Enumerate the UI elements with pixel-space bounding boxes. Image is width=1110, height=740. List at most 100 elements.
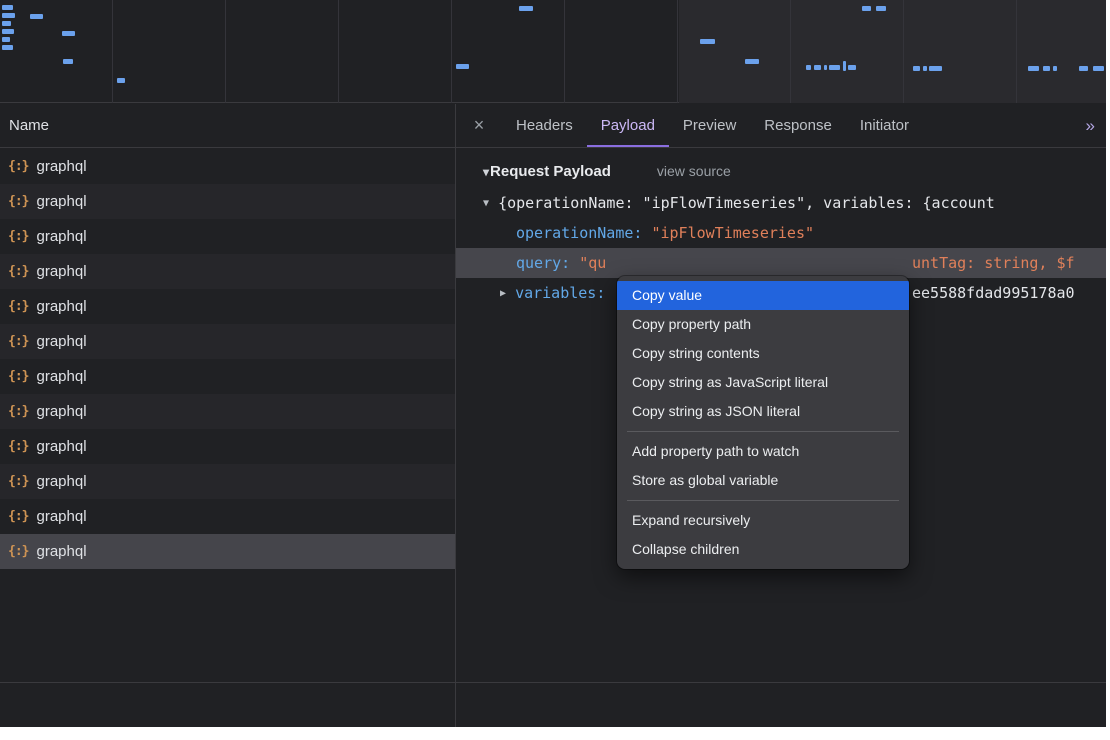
request-row-label: graphql — [36, 193, 86, 210]
timeline-bar — [1028, 66, 1039, 71]
section-expanded-icon: ▾ — [483, 165, 489, 179]
timeline-bar — [829, 65, 840, 70]
menu-item-copy-string-js-literal[interactable]: Copy string as JavaScript literal — [617, 368, 909, 397]
property-key: variables: — [515, 284, 605, 302]
detail-tab-bar: × Headers Payload Preview Response Initi… — [456, 104, 1106, 148]
json-file-icon: {:} — [8, 474, 28, 489]
tab-label: Payload — [601, 117, 655, 134]
timeline-bar — [456, 64, 469, 69]
timeline-bar — [876, 6, 886, 11]
request-row[interactable]: {:} graphql — [0, 324, 455, 359]
tab-preview[interactable]: Preview — [669, 104, 750, 147]
timeline-bar — [913, 66, 920, 71]
json-file-icon: {:} — [8, 159, 28, 174]
overview-bars-layer — [0, 0, 1106, 103]
view-source-link[interactable]: view source — [657, 163, 731, 179]
timeline-bar — [2, 29, 14, 34]
json-file-icon: {:} — [8, 264, 28, 279]
request-row[interactable]: {:}graphql — [0, 359, 455, 394]
timeline-bar — [700, 39, 715, 44]
json-file-icon: {:} — [8, 439, 28, 454]
section-title: Request Payload — [490, 163, 611, 180]
request-row[interactable]: {:} graphql — [0, 394, 455, 429]
timeline-bar — [806, 65, 811, 70]
request-row-selected[interactable]: {:}graphql — [0, 534, 455, 569]
request-row-label: graphql — [36, 333, 86, 350]
timeline-bar — [1053, 66, 1057, 71]
request-row-label: graphql — [36, 543, 86, 560]
timeline-bar — [30, 14, 43, 19]
timeline-bar — [1043, 66, 1050, 71]
timeline-bar — [843, 61, 846, 71]
tree-root-line[interactable]: ▼ {operationName: "ipFlowTimeseries", va… — [456, 188, 1106, 218]
tab-headers[interactable]: Headers — [502, 104, 587, 147]
devtools-window: Name {:} graphql {:} graphql {:} graphql {:… — [0, 0, 1106, 727]
menu-item-expand-recursively[interactable]: Expand recursively — [617, 506, 909, 535]
timeline-bar — [2, 5, 13, 10]
property-value: "ipFlowTimeseries" — [651, 224, 814, 242]
name-column-label: Name — [9, 117, 49, 134]
more-tabs-button[interactable]: » — [1073, 104, 1106, 147]
tree-line-operation-name[interactable]: operationName: "ipFlowTimeseries" — [456, 218, 1106, 248]
name-column-header[interactable]: Name — [0, 104, 455, 148]
timeline-bar — [519, 6, 533, 11]
request-row[interactable]: {:}graphql — [0, 219, 455, 254]
timeline-bar — [2, 13, 15, 18]
timeline-bar — [62, 31, 75, 36]
property-key: query: — [516, 254, 579, 272]
request-row[interactable]: {:} graphql — [0, 499, 455, 534]
tab-label: Response — [764, 117, 832, 134]
property-value-left: "qu — [579, 254, 606, 272]
request-row[interactable]: {:}graphql — [0, 464, 455, 499]
chevron-double-right-icon: » — [1086, 116, 1093, 136]
request-payload-section-header[interactable]: ▾Request Payload view source — [456, 148, 1106, 188]
close-panel-button[interactable]: × — [456, 104, 502, 147]
request-row[interactable]: {:}graphql — [0, 289, 455, 324]
menu-item-add-property-path-to-watch[interactable]: Add property path to watch — [617, 437, 909, 466]
timeline-bar — [929, 66, 942, 71]
tab-label: Preview — [683, 117, 736, 134]
request-row-label: graphql — [36, 508, 86, 525]
menu-item-copy-string-json-literal[interactable]: Copy string as JSON literal — [617, 397, 909, 426]
devtools-screenshot: Name {:} graphql {:} graphql {:} graphql {:… — [0, 0, 1110, 740]
menu-item-copy-property-path[interactable]: Copy property path — [617, 310, 909, 339]
json-file-icon: {:} — [8, 404, 28, 419]
timeline-bar — [923, 66, 927, 71]
request-row-label: graphql — [36, 368, 86, 385]
request-row[interactable]: {:} graphql — [0, 254, 455, 289]
request-row[interactable]: {:} graphql — [0, 184, 455, 219]
tab-payload[interactable]: Payload — [587, 104, 669, 147]
menu-item-copy-string-contents[interactable]: Copy string contents — [617, 339, 909, 368]
timeline-bar — [63, 59, 73, 64]
timeline-bar — [745, 59, 759, 64]
json-file-icon: {:} — [8, 194, 28, 209]
timeline-bar — [1093, 66, 1104, 71]
timeline-bar — [117, 78, 125, 83]
menu-item-copy-value[interactable]: Copy value — [617, 281, 909, 310]
menu-item-collapse-children[interactable]: Collapse children — [617, 535, 909, 564]
timeline-bar — [824, 65, 827, 70]
menu-item-store-as-global-variable[interactable]: Store as global variable — [617, 466, 909, 495]
request-row-label: graphql — [36, 158, 86, 175]
network-overview[interactable] — [0, 0, 1106, 103]
request-row[interactable]: {:} graphql — [0, 429, 455, 464]
timeline-bar — [848, 65, 856, 70]
request-row-label: graphql — [36, 438, 86, 455]
timeline-bar — [2, 37, 10, 42]
json-file-icon: {:} — [8, 334, 28, 349]
tab-response[interactable]: Response — [750, 104, 846, 147]
request-row-label: graphql — [36, 403, 86, 420]
expanded-triangle-icon[interactable]: ▼ — [483, 189, 489, 218]
request-row-label: graphql — [36, 263, 86, 280]
tree-line-query-selected[interactable]: query: "quuntTag: string, $f — [456, 248, 1106, 278]
request-row[interactable]: {:} graphql — [0, 149, 455, 184]
collapsed-triangle-icon[interactable]: ▶ — [500, 279, 506, 308]
json-file-icon: {:} — [8, 509, 28, 524]
tab-initiator[interactable]: Initiator — [846, 104, 923, 147]
property-key: operationName: — [516, 224, 651, 242]
close-icon: × — [474, 115, 485, 136]
request-row-label: graphql — [36, 298, 86, 315]
json-file-icon: {:} — [8, 229, 28, 244]
menu-separator — [627, 431, 899, 432]
menu-separator — [627, 500, 899, 501]
